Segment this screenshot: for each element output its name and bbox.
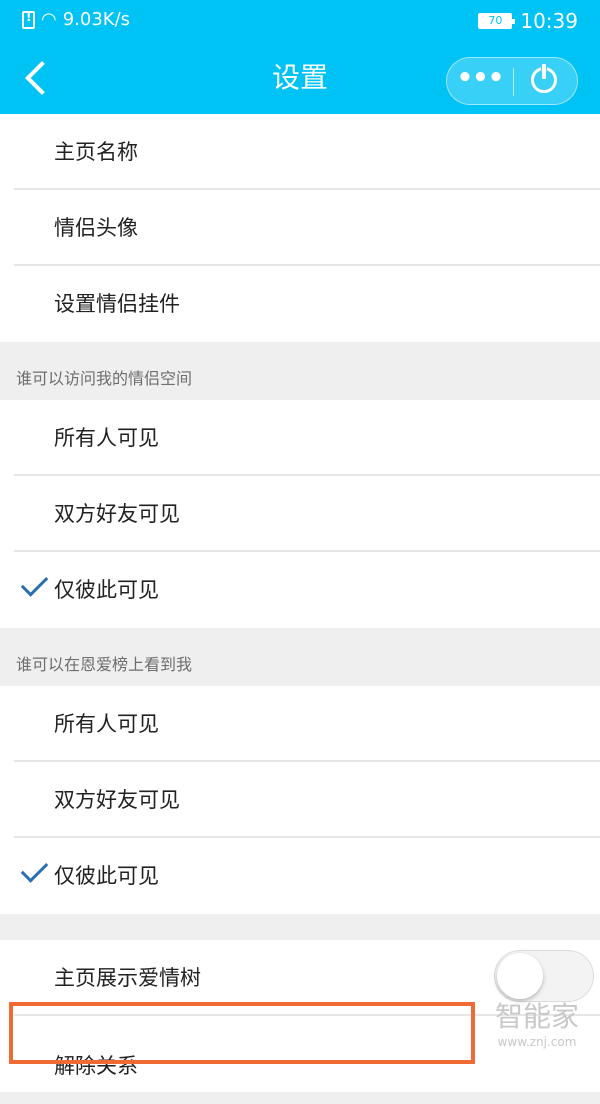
option-label: 所有人可见 [54,426,159,450]
list-item-label: 设置情侣挂件 [54,292,180,316]
option-label: 双方好友可见 [54,502,180,526]
sim-alert-icon [22,10,35,29]
ranking-option-everyone[interactable]: 所有人可见 [0,686,600,762]
ranking-option-only-us[interactable]: 仅彼此可见 [0,838,600,914]
capsule-divider [513,68,514,96]
clock: 10:39 [520,9,578,33]
option-label: 仅彼此可见 [54,864,159,888]
watermark: 智能家 www.znj.com [482,1000,592,1060]
visit-option-everyone[interactable]: 所有人可见 [0,400,600,476]
mini-program-capsule: ••• [446,57,578,105]
couple-widget-item[interactable]: 设置情侣挂件 [0,266,600,342]
section-gap [0,914,600,940]
network-speed: 9.03K/s [62,9,131,30]
wifi-icon: ◠ [41,9,57,30]
nav-bar: 设置 ••• [0,40,600,114]
watermark-url: www.znj.com [497,1035,577,1049]
power-icon[interactable] [531,64,557,93]
option-label: 仅彼此可见 [54,578,159,602]
love-tree-toggle[interactable] [494,950,594,1002]
more-dots-icon[interactable]: ••• [447,58,513,104]
visit-option-only-us[interactable]: 仅彼此可见 [0,552,600,628]
battery-icon: 70 [478,13,516,29]
visit-section-title: 谁可以访问我的情侣空间 [0,342,600,400]
visit-option-mutual-friends[interactable]: 双方好友可见 [0,476,600,552]
list-item-label: 情侣头像 [54,216,138,240]
option-label: 所有人可见 [54,712,159,736]
app-header: ◠ 9.03K/s 70 10:39 设置 ••• [0,0,600,114]
ranking-option-mutual-friends[interactable]: 双方好友可见 [0,762,600,838]
option-label: 双方好友可见 [54,788,180,812]
checkmark-icon [20,855,49,883]
watermark-brand: 智能家 [494,1000,579,1033]
list-item-label: 主页名称 [54,140,138,164]
highlight-box [9,1002,475,1064]
settings-list: 主页名称 情侣头像 设置情侣挂件 谁可以访问我的情侣空间 所有人可见 双方好友可… [0,114,600,1092]
ranking-section-title: 谁可以在恩爱榜上看到我 [0,628,600,686]
homepage-name-item[interactable]: 主页名称 [0,114,600,190]
status-bar: ◠ 9.03K/s 70 10:39 [0,0,600,40]
checkmark-icon [20,569,49,597]
couple-avatar-item[interactable]: 情侣头像 [0,190,600,266]
toggle-knob [497,953,543,999]
